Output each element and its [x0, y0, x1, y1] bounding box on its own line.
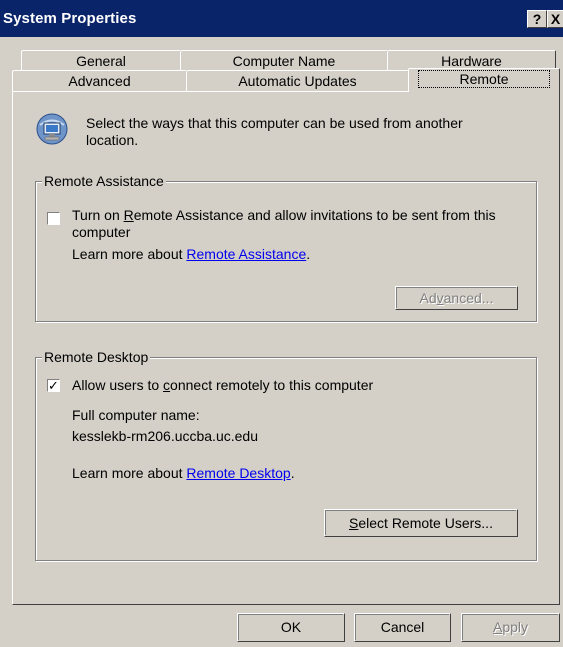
remote-assistance-group: Remote Assistance Turn on Remote Assista…: [35, 173, 537, 322]
remote-desktop-checkbox-label[interactable]: Allow users to connect remotely to this …: [72, 377, 373, 394]
tab-label: Hardware: [441, 53, 502, 69]
tab-label: Computer Name: [232, 53, 336, 69]
tab-advanced[interactable]: Advanced: [12, 70, 187, 91]
tab-general[interactable]: General: [21, 50, 181, 71]
apply-button[interactable]: Apply: [461, 613, 560, 642]
tab-label: General: [76, 53, 126, 69]
tab-label: Advanced: [68, 73, 131, 89]
learn-more-remote-assistance: Learn more about Remote Assistance.: [72, 246, 311, 262]
cancel-button[interactable]: Cancel: [354, 613, 451, 642]
group-title: Remote Desktop: [42, 349, 151, 365]
remote-desktop-checkbox[interactable]: ✓: [47, 379, 60, 392]
tab-label: Remote: [418, 70, 550, 88]
remote-tab-panel: Select the ways that this computer can b…: [12, 91, 560, 605]
tab-computer-name[interactable]: Computer Name: [180, 50, 388, 71]
system-properties-window: System Properties ? X General Computer N…: [0, 0, 563, 647]
window-title: System Properties: [3, 10, 137, 27]
tab-label: Automatic Updates: [238, 73, 357, 89]
close-button[interactable]: X: [547, 10, 563, 28]
advanced-button[interactable]: Advanced...: [395, 286, 518, 310]
remote-assistance-link[interactable]: Remote Assistance: [186, 246, 306, 262]
remote-desktop-group: Remote Desktop ✓ Allow users to connect …: [35, 349, 537, 561]
full-computer-name-label: Full computer name:: [72, 407, 200, 423]
remote-assistance-checkbox[interactable]: [47, 212, 60, 225]
tab-automatic-updates[interactable]: Automatic Updates: [186, 70, 409, 91]
tab-remote[interactable]: Remote: [408, 68, 560, 92]
full-computer-name-value: kesslekb-rm206.uccba.uc.edu: [72, 428, 258, 444]
intro-text: Select the ways that this computer can b…: [86, 115, 463, 148]
remote-assistance-checkbox-label[interactable]: Turn on Remote Assistance and allow invi…: [72, 207, 522, 241]
help-icon: ?: [532, 11, 542, 27]
ok-button[interactable]: OK: [237, 613, 345, 642]
check-icon: ✓: [48, 378, 59, 393]
close-icon: X: [550, 11, 561, 27]
title-bar[interactable]: System Properties ? X: [0, 0, 563, 37]
help-button[interactable]: ?: [527, 10, 547, 28]
learn-more-remote-desktop: Learn more about Remote Desktop.: [72, 465, 295, 481]
computer-network-icon: [36, 113, 68, 145]
remote-desktop-link[interactable]: Remote Desktop: [186, 465, 290, 481]
group-title: Remote Assistance: [42, 173, 166, 189]
select-remote-users-button[interactable]: Select Remote Users...: [324, 509, 518, 537]
